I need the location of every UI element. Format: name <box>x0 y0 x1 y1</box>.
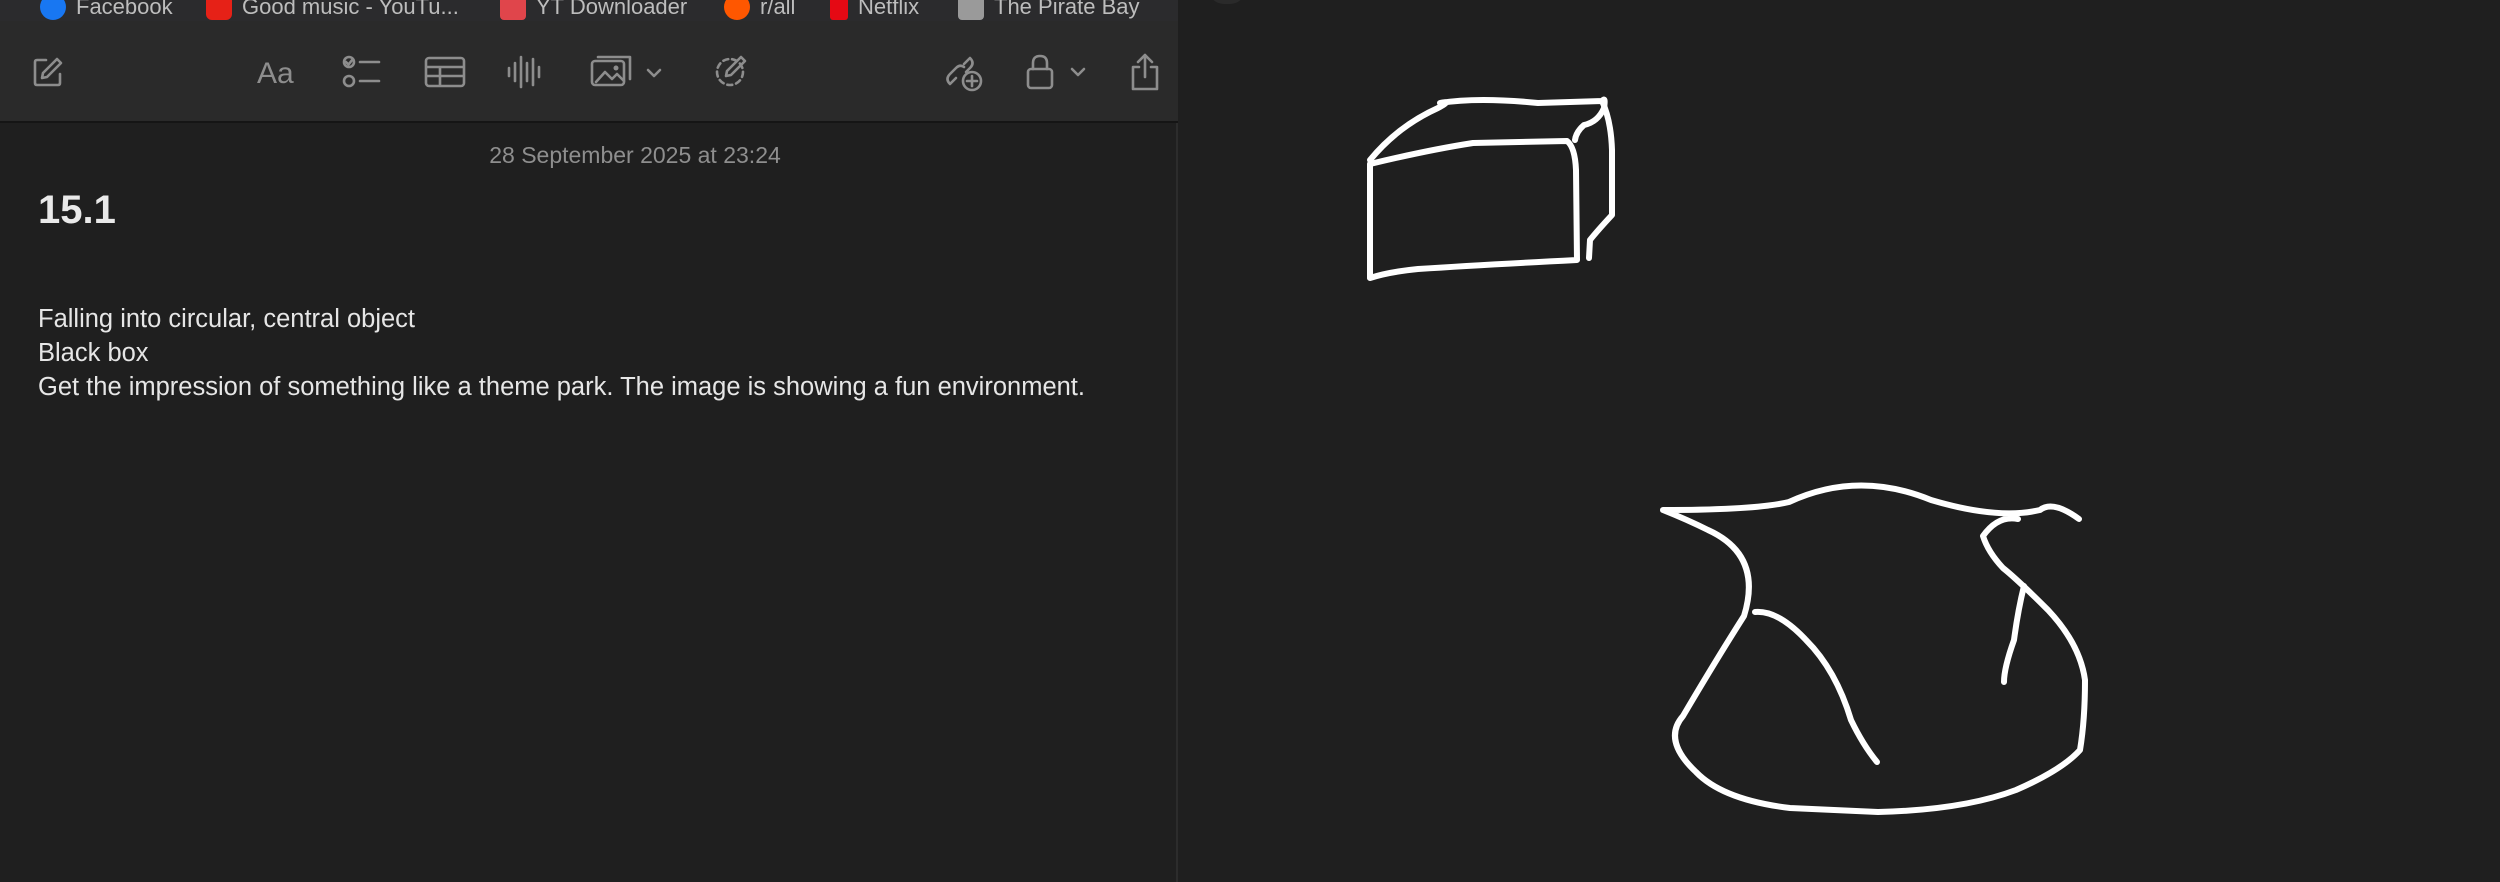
text-format-icon[interactable]: Aa <box>256 51 302 93</box>
table-icon[interactable] <box>424 51 466 93</box>
svg-text:Aa: Aa <box>257 57 294 89</box>
round-object-sketch-inner-right <box>2001 583 2027 685</box>
reddit-icon <box>724 0 750 20</box>
note-line: Get the impression of something like a t… <box>38 373 1085 401</box>
bookmark-label: Good music - YouTu... <box>242 0 459 19</box>
markup-icon[interactable] <box>710 51 750 93</box>
note-date: 28 September 2025 at 23:24 <box>489 142 781 168</box>
round-object-sketch-inner-left <box>1752 608 1880 765</box>
youtube-icon <box>206 0 232 20</box>
bookmarks-bar: Facebook Good music - YouTu... YT Downlo… <box>0 0 1178 21</box>
note-body[interactable]: 28 September 2025 at 23:24 15.1 Falling … <box>0 123 1176 882</box>
app-window: Facebook Good music - YouTu... YT Downlo… <box>0 0 2500 882</box>
collaborate-icon[interactable] <box>942 51 984 93</box>
bookmark-yt-downloader[interactable]: YT Downloader <box>500 0 688 20</box>
bookmark-facebook[interactable]: Facebook <box>40 0 173 20</box>
bookmark-label: The Pirate Bay <box>994 0 1140 19</box>
pirate-bay-icon <box>958 0 984 20</box>
checklist-icon[interactable] <box>342 51 382 93</box>
box-sketch-front <box>1367 138 1580 281</box>
bookmark-pirate-bay[interactable]: The Pirate Bay <box>958 0 1140 20</box>
notes-toolbar: Aa <box>0 21 1178 123</box>
sketch-canvas[interactable] <box>1178 0 2500 882</box>
bookmark-netflix[interactable]: Netflix <box>830 0 920 20</box>
box-sketch-top <box>1367 96 1608 163</box>
bookmark-youtube[interactable]: Good music - YouTu... <box>206 0 459 20</box>
bookmark-reddit[interactable]: r/all <box>724 0 796 20</box>
bookmark-label: YT Downloader <box>536 0 688 19</box>
share-icon[interactable] <box>1128 51 1162 93</box>
notes-pane: Facebook Good music - YouTu... YT Downlo… <box>0 0 1178 882</box>
facebook-icon <box>40 0 66 20</box>
lock-icon[interactable] <box>1024 51 1090 93</box>
audio-icon[interactable] <box>506 51 544 93</box>
media-icon[interactable] <box>590 51 666 93</box>
download-icon <box>500 0 526 20</box>
netflix-icon <box>830 0 848 20</box>
note-line: Black box <box>38 339 149 367</box>
sketch-drawing <box>1367 96 2088 815</box>
bookmark-label: Facebook <box>76 0 173 19</box>
compose-icon[interactable] <box>30 51 66 93</box>
note-title: 15.1 <box>38 188 116 232</box>
bookmark-label: Netflix <box>858 0 920 19</box>
bookmark-label: r/all <box>760 0 796 19</box>
note-line: Falling into circular, central object <box>38 305 416 333</box>
